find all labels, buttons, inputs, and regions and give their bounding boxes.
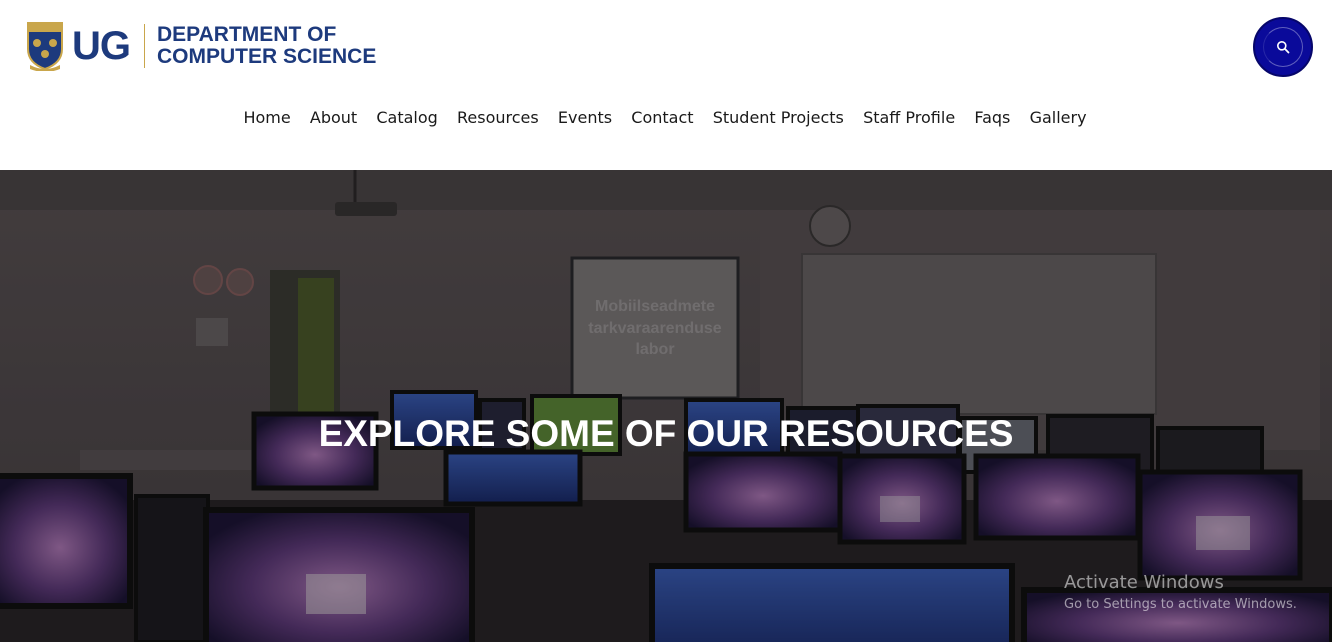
nav-item-catalog[interactable]: Catalog [367, 108, 448, 128]
nav-item-gallery[interactable]: Gallery [1020, 108, 1096, 128]
department-name-line1: DEPARTMENT OF [157, 23, 337, 46]
activation-title: Activate Windows [1064, 572, 1224, 593]
department-name: DEPARTMENT OF COMPUTER SCIENCE [157, 24, 376, 68]
logo-abbreviation: UG [72, 24, 131, 68]
nav-item-student-projects[interactable]: Student Projects [703, 108, 853, 128]
site-logo[interactable]: UG DEPARTMENT OF COMPUTER SCIENCE [26, 20, 376, 72]
university-crest-icon [26, 21, 64, 71]
main-navigation: Home About Catalog Resources Events Cont… [0, 108, 1332, 128]
site-header: UG DEPARTMENT OF COMPUTER SCIENCE Home A… [0, 0, 1332, 170]
nav-item-resources[interactable]: Resources [447, 108, 548, 128]
nav-item-staff-profile[interactable]: Staff Profile [853, 108, 964, 128]
search-button[interactable] [1253, 17, 1313, 77]
hero-title: EXPLORE SOME OF OUR RESOURCES [318, 413, 1014, 454]
nav-item-events[interactable]: Events [548, 108, 621, 128]
nav-item-home[interactable]: Home [234, 108, 300, 128]
department-name-line2: COMPUTER SCIENCE [157, 45, 377, 68]
activation-subtitle: Go to Settings to activate Windows. [1064, 597, 1297, 612]
windows-activation-watermark: Activate Windows Go to Settings to activ… [1064, 572, 1297, 614]
nav-item-faqs[interactable]: Faqs [965, 108, 1020, 128]
search-button-ring [1263, 27, 1303, 67]
logo-divider [144, 24, 145, 68]
search-icon [1277, 41, 1290, 54]
nav-item-contact[interactable]: Contact [622, 108, 703, 128]
nav-item-about[interactable]: About [300, 108, 367, 128]
